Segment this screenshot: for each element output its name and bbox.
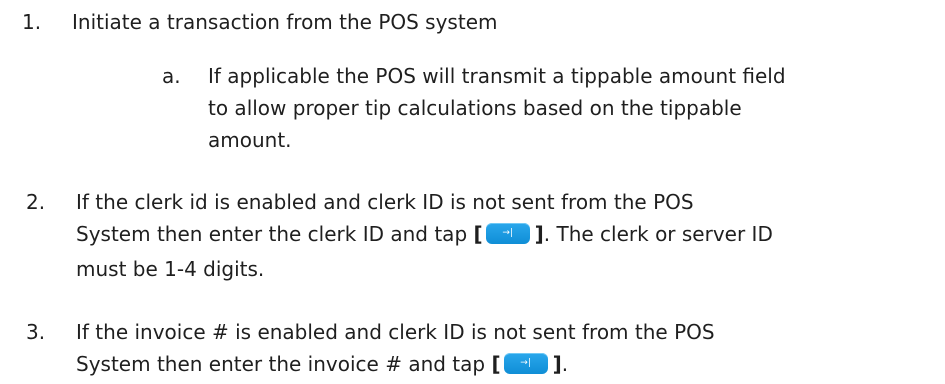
bracket-close: ]	[552, 352, 562, 376]
step-text: Initiate a transaction from the POS syst…	[72, 6, 497, 38]
step-number: 2.	[26, 190, 46, 214]
substep-text: If applicable the POS will transmit a ti…	[208, 60, 786, 156]
tab-next-button[interactable]: →|	[485, 223, 530, 244]
step-line: must be 1-4 digits.	[76, 257, 265, 281]
step-line-part: . The clerk or server ID	[543, 222, 773, 246]
step-line-part: .	[561, 352, 569, 376]
step-line-with-button: System then enter the invoice # and tap …	[76, 348, 715, 383]
substep-letter: a.	[162, 64, 181, 88]
tab-arrow-icon: →|	[502, 228, 513, 238]
step-line: If the clerk id is enabled and clerk ID …	[76, 190, 694, 214]
tab-next-button[interactable]: →|	[503, 353, 548, 374]
step-text: If the invoice # is enabled and clerk ID…	[76, 316, 715, 383]
bracket-close: ]	[534, 222, 544, 246]
step-line-part: System then enter the clerk ID and tap	[76, 222, 468, 246]
bracket-open: [	[473, 222, 483, 246]
step-number: 3.	[26, 320, 46, 344]
bracket-open: [	[491, 352, 501, 376]
step-line: If the invoice # is enabled and clerk ID…	[76, 320, 715, 344]
tab-arrow-icon: →|	[520, 358, 531, 368]
substep-line: to allow proper tip calculations based o…	[208, 96, 742, 120]
step-line-part: System then enter the invoice # and tap	[76, 352, 486, 376]
step-line-with-button: System then enter the clerk ID and tap […	[76, 218, 773, 253]
substep-line: amount.	[208, 128, 292, 152]
substep-line: If applicable the POS will transmit a ti…	[208, 64, 786, 88]
step-text: If the clerk id is enabled and clerk ID …	[76, 186, 773, 285]
step-number: 1.	[22, 10, 42, 34]
step-line: Initiate a transaction from the POS syst…	[72, 10, 498, 34]
